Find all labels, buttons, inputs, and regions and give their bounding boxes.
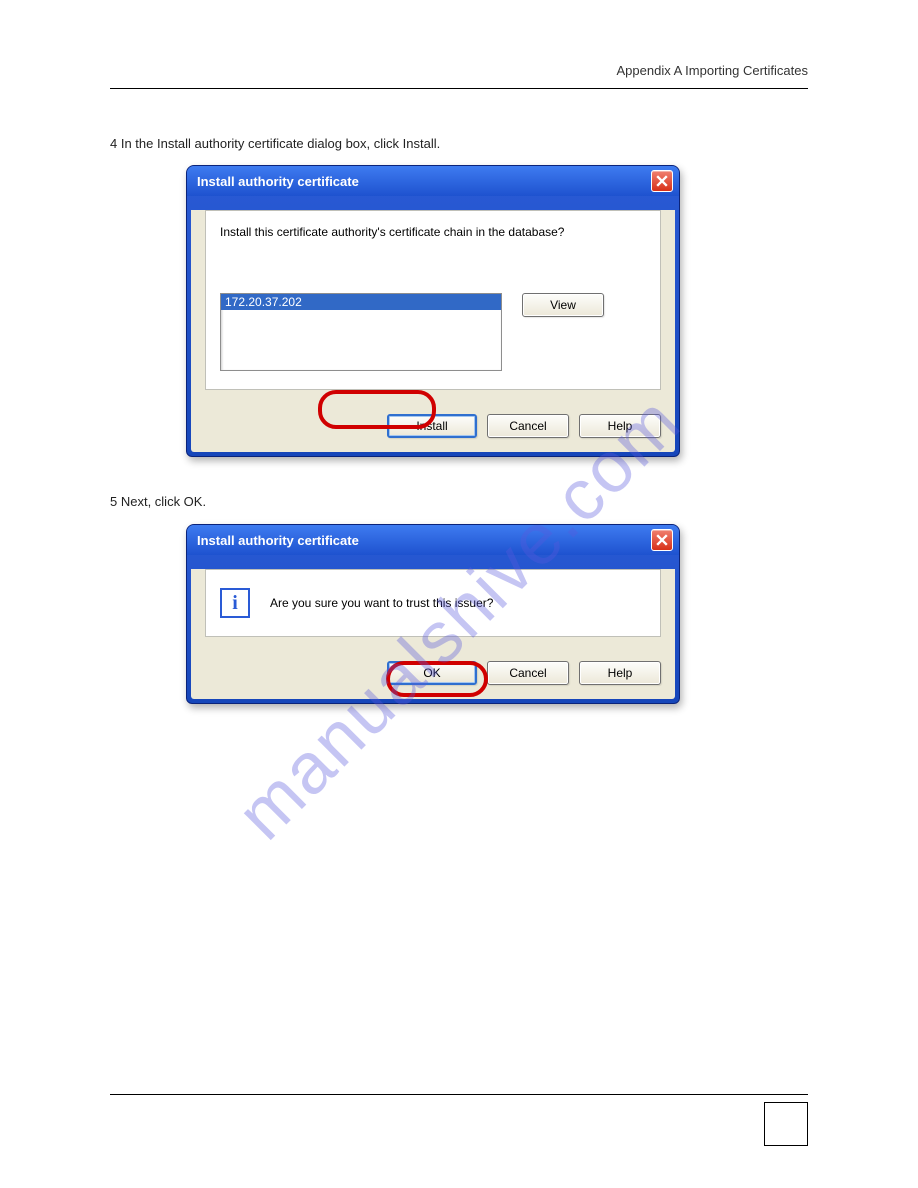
dialog2-title: Install authority certificate bbox=[197, 533, 359, 548]
certificate-listbox[interactable]: 172.20.37.202 bbox=[220, 293, 502, 371]
list-item[interactable]: 172.20.37.202 bbox=[221, 294, 501, 310]
instruction-step-5: 5 Next, click OK. bbox=[110, 494, 206, 509]
dialog1-body: Install this certificate authority's cer… bbox=[191, 210, 675, 452]
install-certificate-dialog-1: Install authority certificate Install th… bbox=[186, 165, 680, 457]
view-button[interactable]: View bbox=[522, 293, 604, 317]
dialog1-prompt: Install this certificate authority's cer… bbox=[220, 225, 646, 239]
header-text: Appendix A Importing Certificates bbox=[617, 63, 809, 78]
titlebar-2: Install authority certificate bbox=[187, 525, 679, 555]
dialog2-content: i Are you sure you want to trust this is… bbox=[205, 569, 661, 637]
cancel-button-2[interactable]: Cancel bbox=[487, 661, 569, 685]
help-button-2[interactable]: Help bbox=[579, 661, 661, 685]
dialog2-button-row: OK Cancel Help bbox=[191, 651, 675, 699]
close-icon bbox=[656, 175, 668, 187]
install-button[interactable]: Install bbox=[387, 414, 477, 438]
close-button-1[interactable] bbox=[651, 170, 673, 192]
install-certificate-dialog-2: Install authority certificate i Are you … bbox=[186, 524, 680, 704]
cancel-button-1[interactable]: Cancel bbox=[487, 414, 569, 438]
help-button-1[interactable]: Help bbox=[579, 414, 661, 438]
top-rule bbox=[110, 88, 808, 89]
close-icon bbox=[656, 534, 668, 546]
dialog1-title: Install authority certificate bbox=[197, 174, 359, 189]
ok-button[interactable]: OK bbox=[387, 661, 477, 685]
page-number-box bbox=[764, 1102, 808, 1146]
bottom-rule bbox=[110, 1094, 808, 1095]
close-button-2[interactable] bbox=[651, 529, 673, 551]
dialog2-prompt: Are you sure you want to trust this issu… bbox=[270, 596, 493, 610]
dialog1-content: Install this certificate authority's cer… bbox=[205, 210, 661, 390]
info-icon: i bbox=[220, 588, 250, 618]
dialog2-body: i Are you sure you want to trust this is… bbox=[191, 569, 675, 699]
dialog1-button-row: Install Cancel Help bbox=[191, 404, 675, 452]
instruction-step-4: 4 In the Install authority certificate d… bbox=[110, 136, 440, 151]
titlebar-1: Install authority certificate bbox=[187, 166, 679, 196]
